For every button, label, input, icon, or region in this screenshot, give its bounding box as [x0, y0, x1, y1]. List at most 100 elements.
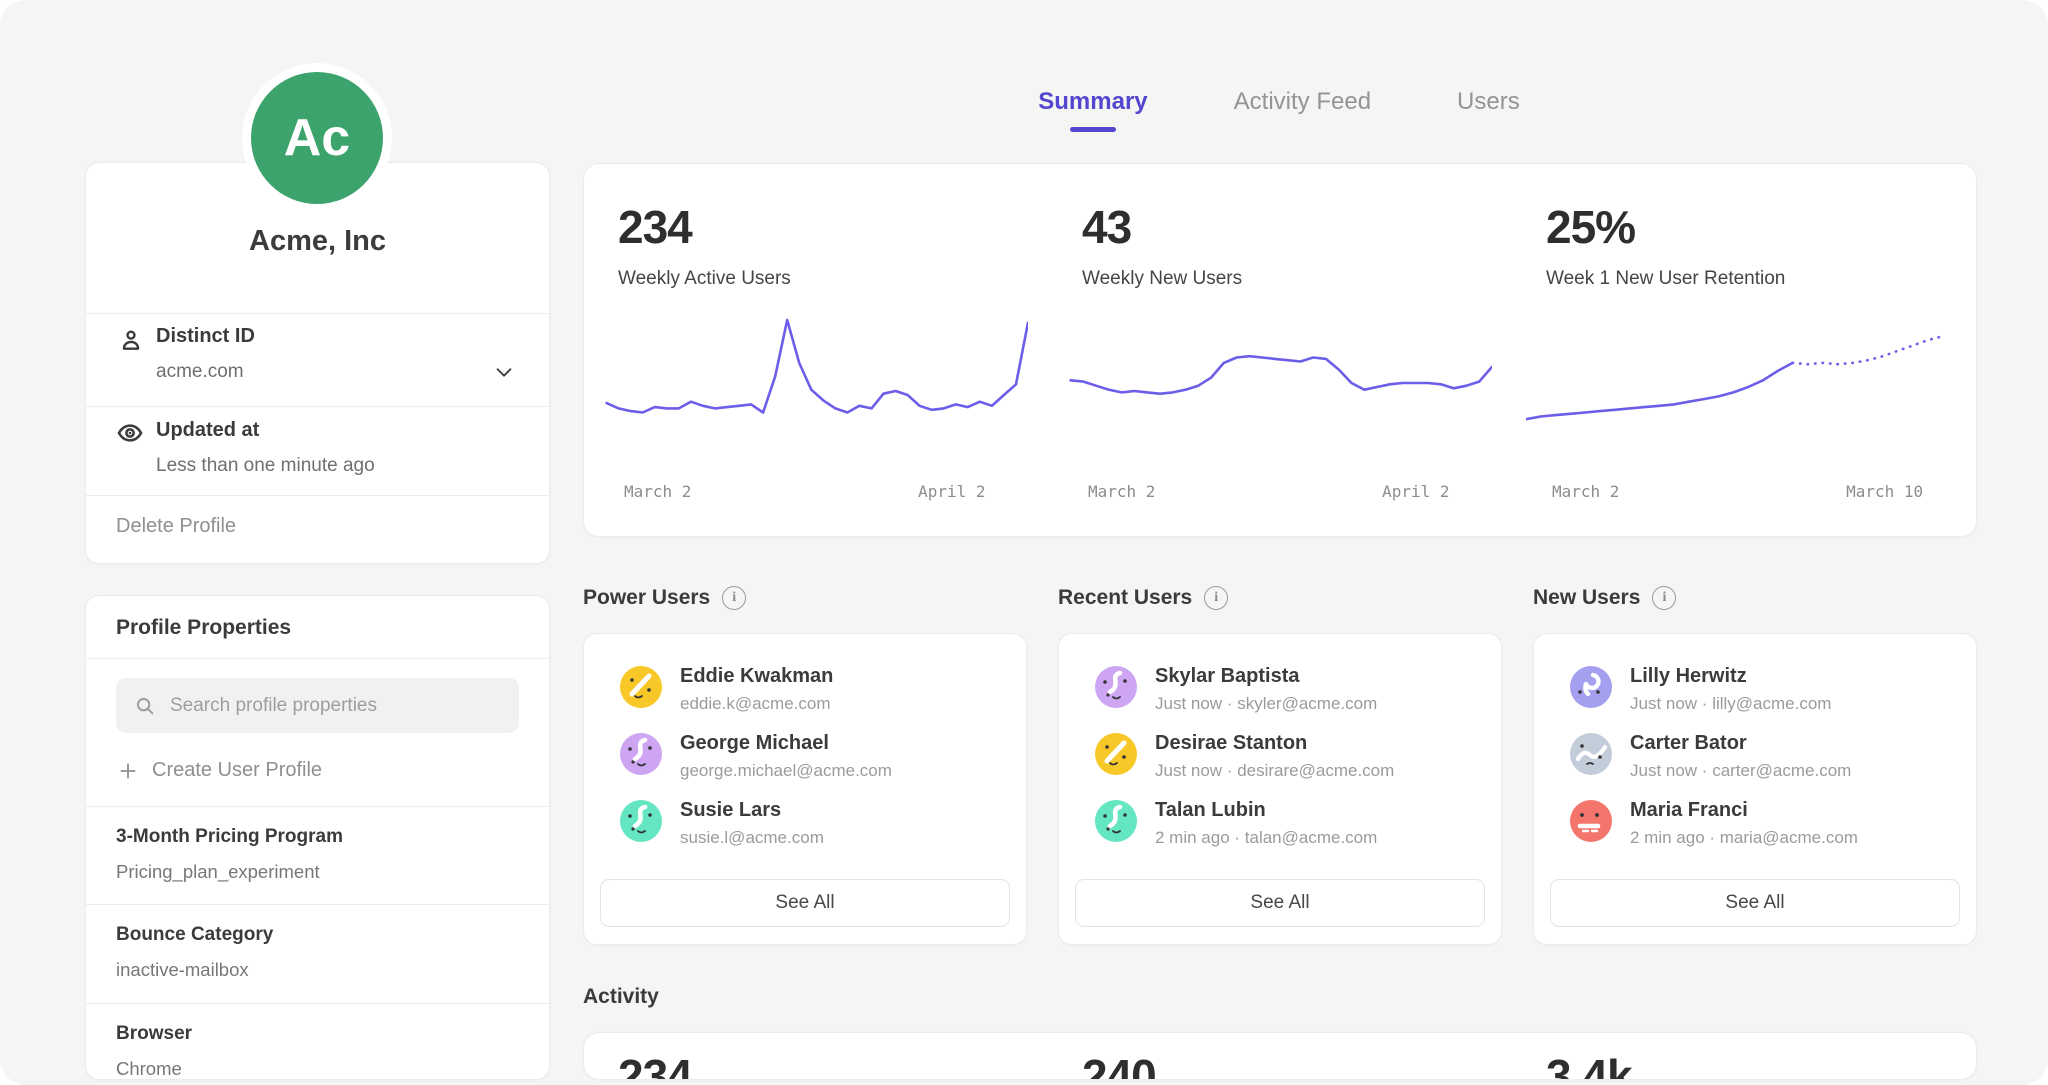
user-avatar	[620, 733, 662, 775]
chevron-down-icon[interactable]	[493, 361, 515, 388]
recent-users-header: Recent Users i	[1058, 586, 1228, 610]
distinct-id-label: Distinct ID	[156, 325, 255, 348]
activity-metric: 3.4k	[1512, 1033, 1976, 1080]
divider	[86, 313, 549, 314]
metric-weekly-active-users: 234 Weekly Active Users March 2 April 2	[584, 164, 1048, 536]
info-icon[interactable]: i	[1204, 586, 1228, 610]
user-avatar	[1570, 800, 1612, 842]
x-tick: March 10	[1846, 482, 1923, 501]
user-row[interactable]: Susie Lars susie.l@acme.com	[620, 800, 1006, 856]
org-avatar: Ac	[251, 72, 383, 204]
user-row[interactable]: George Michael george.michael@acme.com	[620, 733, 1006, 789]
property-row[interactable]: 3-Month Pricing Program Pricing_plan_exp…	[116, 826, 519, 883]
property-name: 3-Month Pricing Program	[116, 826, 519, 848]
see-all-button[interactable]: See All	[1075, 879, 1485, 927]
new-users-title: New Users	[1533, 586, 1640, 610]
updated-at-value: Less than one minute ago	[156, 455, 375, 477]
metric-value: 43	[1082, 200, 1512, 254]
user-row[interactable]: Maria Franci 2 min ago · maria@acme.com	[1570, 800, 1956, 856]
property-row[interactable]: Browser Chrome	[116, 1023, 519, 1080]
power-users-card: Eddie Kwakman eddie.k@acme.com George Mi…	[583, 633, 1027, 945]
user-subtext: Just now · desirare@acme.com	[1155, 762, 1394, 779]
user-name: Carter Bator	[1630, 733, 1851, 753]
user-subtext: george.michael@acme.com	[680, 762, 892, 779]
user-name: Susie Lars	[680, 800, 824, 820]
activity-metric: 240	[1048, 1033, 1512, 1080]
property-name: Bounce Category	[116, 924, 519, 946]
search-icon	[134, 695, 156, 717]
weekly-new-users-chart	[1062, 306, 1492, 464]
metric-weekly-new-users: 43 Weekly New Users March 2 April 2	[1048, 164, 1512, 536]
user-row[interactable]: Carter Bator Just now · carter@acme.com	[1570, 733, 1956, 789]
property-value: Pricing_plan_experiment	[116, 861, 519, 883]
create-user-profile-label: Create User Profile	[152, 759, 322, 782]
property-name: Browser	[116, 1023, 519, 1045]
tab-summary[interactable]: Summary	[1038, 88, 1147, 132]
user-name: Eddie Kwakman	[680, 666, 833, 686]
user-row[interactable]: Eddie Kwakman eddie.k@acme.com	[620, 666, 1006, 722]
x-tick: March 2	[1088, 482, 1155, 501]
new-users-card: Lilly Herwitz Just now · lilly@acme.com …	[1533, 633, 1977, 945]
recent-users-card: Skylar Baptista Just now · skyler@acme.c…	[1058, 633, 1502, 945]
info-icon[interactable]: i	[1652, 586, 1676, 610]
x-tick: April 2	[1382, 482, 1449, 501]
property-row[interactable]: Bounce Category inactive-mailbox	[116, 924, 519, 981]
user-name: Maria Franci	[1630, 800, 1858, 820]
org-avatar-initials: Ac	[284, 108, 350, 168]
user-row[interactable]: Talan Lubin 2 min ago · talan@acme.com	[1095, 800, 1481, 856]
activity-card: 234 240 3.4k	[583, 1032, 1977, 1080]
divider	[86, 658, 549, 659]
info-icon[interactable]: i	[722, 586, 746, 610]
divider	[86, 406, 549, 407]
delete-profile-button[interactable]: Delete Profile	[116, 515, 236, 538]
user-row[interactable]: Desirae Stanton Just now · desirare@acme…	[1095, 733, 1481, 789]
x-tick: March 2	[1552, 482, 1619, 501]
user-avatar	[1570, 666, 1612, 708]
user-row[interactable]: Skylar Baptista Just now · skyler@acme.c…	[1095, 666, 1481, 722]
recent-users-title: Recent Users	[1058, 586, 1192, 610]
power-users-title: Power Users	[583, 586, 710, 610]
profile-tabs: Summary Activity Feed Users	[583, 88, 1975, 132]
user-subtext: Just now · lilly@acme.com	[1630, 695, 1831, 712]
user-subtext: Just now · carter@acme.com	[1630, 762, 1851, 779]
user-subtext: 2 min ago · talan@acme.com	[1155, 829, 1377, 846]
profile-dashboard-screen: Ac Acme, Inc Distinct ID acme.com Update…	[0, 0, 2048, 1085]
user-name: George Michael	[680, 733, 892, 753]
divider	[86, 1003, 549, 1004]
create-user-profile-button[interactable]: Create User Profile	[118, 759, 322, 782]
user-name: Lilly Herwitz	[1630, 666, 1831, 686]
summary-metrics-card: 234 Weekly Active Users March 2 April 2 …	[583, 163, 1977, 537]
plus-icon	[118, 761, 138, 781]
user-subtext: eddie.k@acme.com	[680, 695, 833, 712]
divider	[86, 904, 549, 905]
user-row[interactable]: Lilly Herwitz Just now · lilly@acme.com	[1570, 666, 1956, 722]
org-name: Acme, Inc	[86, 225, 549, 258]
see-all-button[interactable]: See All	[1550, 879, 1960, 927]
user-avatar	[1095, 733, 1137, 775]
metric-value: 234	[618, 200, 1048, 254]
person-icon	[118, 327, 144, 358]
profile-properties-card: Profile Properties Create User Profile 3…	[85, 595, 550, 1080]
divider	[86, 806, 549, 807]
metric-label: Week 1 New User Retention	[1546, 268, 1976, 290]
power-users-header: Power Users i	[583, 586, 746, 610]
tab-activity-feed[interactable]: Activity Feed	[1234, 88, 1371, 132]
updated-at-row: Updated at Less than one minute ago	[116, 417, 519, 499]
user-subtext: susie.l@acme.com	[680, 829, 824, 846]
distinct-id-row[interactable]: Distinct ID acme.com	[116, 323, 519, 405]
activity-value: 240	[1082, 1049, 1512, 1080]
search-input[interactable]	[168, 694, 501, 718]
x-tick: April 2	[918, 482, 985, 501]
see-all-button[interactable]: See All	[600, 879, 1010, 927]
updated-at-label: Updated at	[156, 419, 259, 442]
metric-value: 25%	[1546, 200, 1976, 254]
profile-properties-search[interactable]	[116, 678, 519, 733]
user-avatar	[1570, 733, 1612, 775]
tab-users[interactable]: Users	[1457, 88, 1520, 132]
eye-icon	[116, 419, 144, 452]
user-avatar	[1095, 800, 1137, 842]
profile-properties-title: Profile Properties	[116, 616, 291, 640]
distinct-id-value: acme.com	[156, 361, 244, 383]
metric-label: Weekly Active Users	[618, 268, 1048, 290]
user-subtext: Just now · skyler@acme.com	[1155, 695, 1377, 712]
